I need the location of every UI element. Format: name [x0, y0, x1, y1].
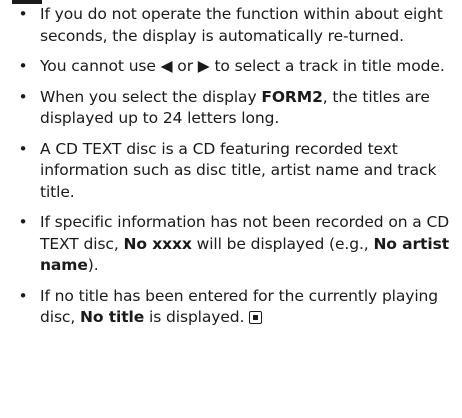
bullet-icon: •: [18, 87, 28, 106]
note-text: When you select the display: [40, 87, 262, 106]
note-text: If you do not operate the function withi…: [40, 5, 443, 45]
note-item: • If no title has been entered for the c…: [18, 286, 458, 329]
note-item: • When you select the display FORM2, the…: [18, 87, 458, 130]
bullet-icon: •: [18, 57, 28, 75]
note-text: is displayed.: [144, 308, 245, 326]
end-of-section-icon: [249, 311, 263, 324]
note-item: • If you do not operate the function wit…: [18, 4, 458, 47]
note-text: will be displayed (e.g.,: [191, 234, 374, 253]
bullet-icon: •: [18, 139, 28, 158]
notes-list: • If you do not operate the function wit…: [18, 4, 458, 338]
note-bold-text: No xxxx: [123, 234, 192, 253]
note-item: • If specific information has not been r…: [18, 212, 458, 277]
note-bold-text: No title: [80, 308, 145, 326]
bullet-icon: •: [18, 286, 28, 305]
note-bold-text: FORM2: [261, 87, 323, 106]
note-text: You cannot use ◀ or ▶ to select a track …: [40, 57, 445, 75]
note-text: ).: [87, 256, 99, 274]
note-item: • You cannot use ◀ or ▶ to select a trac…: [18, 56, 458, 78]
note-text: A CD TEXT disc is a CD featuring recorde…: [40, 139, 437, 201]
note-item: • A CD TEXT disc is a CD featuring recor…: [18, 139, 458, 204]
bullet-icon: •: [18, 5, 28, 23]
bullet-icon: •: [18, 213, 28, 231]
